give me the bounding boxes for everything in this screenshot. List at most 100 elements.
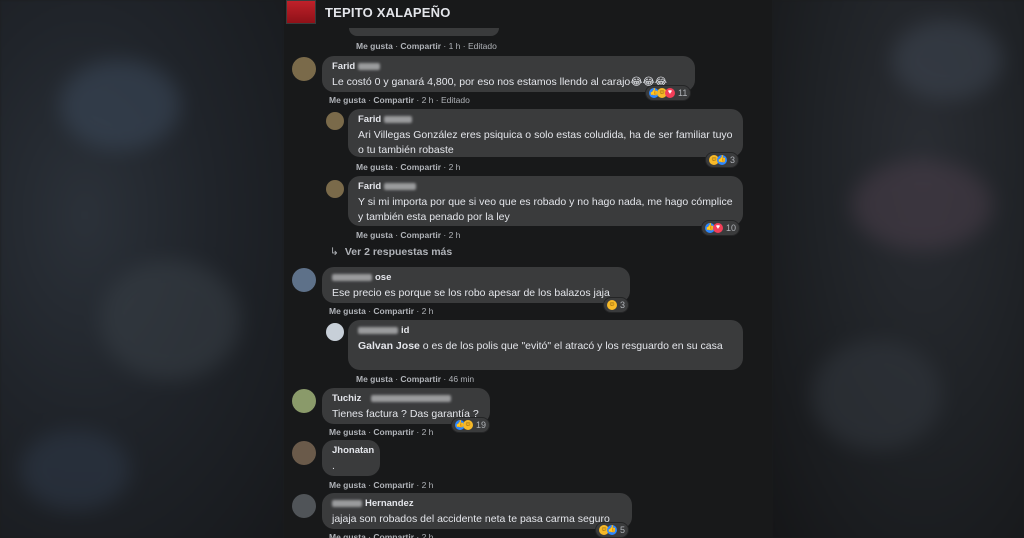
redacted-name bbox=[332, 499, 362, 507]
reaction-count: 5 bbox=[620, 525, 626, 535]
reaction-summary[interactable]: ☺ 3 bbox=[604, 298, 629, 312]
comment-bubble: Farid Ari Villegas González eres psiquic… bbox=[348, 109, 743, 157]
comment-meta: Me gusta · Compartir · 2 h · Editado bbox=[329, 95, 470, 105]
reaction-count: 3 bbox=[730, 155, 736, 165]
comment-bubble: Jhonatan . bbox=[322, 440, 380, 476]
comment-text: Ese precio es porque se los robo apesar … bbox=[332, 287, 610, 299]
avatar[interactable] bbox=[292, 389, 316, 413]
comment-meta: Me gusta · Compartir · 2 h bbox=[329, 480, 434, 490]
reply-arrow-icon: ↳ bbox=[330, 246, 339, 258]
comment-author[interactable]: ose bbox=[375, 272, 391, 283]
comment-text: Ari Villegas González eres psiquica o so… bbox=[358, 129, 733, 156]
share-link[interactable]: Compartir bbox=[400, 374, 441, 384]
comment-text: . bbox=[332, 460, 335, 472]
redacted-name bbox=[384, 182, 417, 190]
comment-time[interactable]: 2 h bbox=[422, 480, 434, 490]
blurred-background-right bbox=[772, 0, 1024, 538]
comment-text: Le costó 0 y ganará 4,800, por eso nos e… bbox=[332, 76, 668, 88]
share-link[interactable]: Compartir bbox=[373, 306, 414, 316]
page-name[interactable]: TEPITO XALAPEÑO bbox=[325, 5, 451, 20]
edited-label: Editado bbox=[467, 41, 497, 51]
reaction-summary[interactable]: ☺ 👍 5 bbox=[596, 523, 629, 537]
comment-meta: Me gusta · Compartir · 2 h bbox=[356, 230, 461, 240]
redacted-name bbox=[332, 273, 372, 281]
comment-author[interactable]: Farid bbox=[332, 61, 355, 72]
comment-author[interactable]: Tuchiz bbox=[332, 393, 361, 404]
comment-time[interactable]: 2 h bbox=[449, 230, 461, 240]
share-link[interactable]: Compartir bbox=[373, 480, 414, 490]
mention-link[interactable]: Galvan Jose bbox=[358, 340, 420, 352]
haha-reaction-icon: ☺ bbox=[607, 300, 617, 310]
reaction-count: 10 bbox=[726, 223, 737, 233]
like-link[interactable]: Me gusta bbox=[356, 230, 393, 240]
avatar[interactable] bbox=[292, 57, 316, 81]
comment-meta: Me gusta · Compartir · 2 h bbox=[329, 532, 433, 538]
share-link[interactable]: Compartir bbox=[400, 41, 441, 51]
reaction-summary[interactable]: ☺ 👍 3 bbox=[706, 153, 739, 167]
like-link[interactable]: Me gusta bbox=[356, 374, 393, 384]
share-link[interactable]: Compartir bbox=[373, 532, 414, 538]
share-link[interactable]: Compartir bbox=[400, 162, 441, 172]
comment-meta: Me gusta · Compartir · 46 min bbox=[356, 374, 475, 384]
previous-comment-meta: Me gusta · Compartir · 1 h · Editado bbox=[356, 41, 497, 51]
comment-bubble: Farid Le costó 0 y ganará 4,800, por eso… bbox=[322, 56, 695, 92]
reaction-count: 3 bbox=[620, 300, 626, 310]
share-link[interactable]: Compartir bbox=[373, 95, 414, 105]
comment-author[interactable]: id bbox=[401, 325, 409, 336]
comment-text: jajaja son robados del accidente neta te… bbox=[332, 513, 610, 525]
comment-author[interactable]: Jhonatan bbox=[332, 445, 374, 457]
comment-meta: Me gusta · Compartir · 2 h bbox=[329, 306, 434, 316]
comment-bubble: Farid Y si mi importa por que si veo que… bbox=[348, 176, 743, 226]
share-link[interactable]: Compartir bbox=[373, 427, 414, 437]
comment-bubble: id Galvan Jose o es de los polis que "ev… bbox=[348, 320, 743, 370]
love-reaction-icon: ♥ bbox=[665, 88, 675, 98]
like-link[interactable]: Me gusta bbox=[329, 427, 366, 437]
comment-time[interactable]: 46 min bbox=[449, 374, 475, 384]
avatar[interactable] bbox=[326, 180, 344, 198]
like-link[interactable]: Me gusta bbox=[329, 480, 366, 490]
comment-time[interactable]: 2 h bbox=[449, 162, 461, 172]
previous-comment-bubble bbox=[349, 28, 499, 36]
reaction-count: 11 bbox=[678, 88, 688, 98]
comment-time[interactable]: 2 h bbox=[422, 427, 434, 437]
like-link[interactable]: Me gusta bbox=[329, 95, 366, 105]
reaction-count: 19 bbox=[476, 420, 487, 430]
haha-reaction-icon: ☺ bbox=[463, 420, 473, 430]
comment-author[interactable]: Farid bbox=[358, 181, 381, 192]
comment-time[interactable]: 2 h bbox=[422, 532, 434, 538]
redacted-name bbox=[358, 326, 398, 334]
avatar[interactable] bbox=[292, 494, 316, 518]
comment-time[interactable]: 2 h bbox=[422, 95, 434, 105]
comment-author[interactable]: Farid bbox=[358, 114, 381, 125]
avatar[interactable] bbox=[326, 112, 344, 130]
redacted-name bbox=[384, 115, 413, 123]
like-reaction-icon: 👍 bbox=[717, 155, 727, 165]
blurred-background-left bbox=[0, 0, 284, 538]
comment-author[interactable]: Hernandez bbox=[365, 498, 414, 509]
comment-bubble: ose Ese precio es porque se los robo ape… bbox=[322, 267, 630, 303]
like-reaction-icon: 👍 bbox=[607, 525, 617, 535]
like-link[interactable]: Me gusta bbox=[356, 162, 393, 172]
comment-meta: Me gusta · Compartir · 2 h bbox=[329, 427, 434, 437]
share-link[interactable]: Compartir bbox=[400, 230, 441, 240]
post-header: TEPITO XALAPEÑO bbox=[284, 0, 772, 24]
like-link[interactable]: Me gusta bbox=[329, 306, 366, 316]
redacted-name bbox=[371, 394, 452, 402]
like-link[interactable]: Me gusta bbox=[356, 41, 393, 51]
comment-meta: Me gusta · Compartir · 2 h bbox=[356, 162, 461, 172]
reaction-summary[interactable]: 👍 ☺ ♥ 11 bbox=[646, 86, 691, 100]
comment-text: Y si mi importa por que si veo que es ro… bbox=[358, 196, 733, 223]
comment-time[interactable]: 2 h bbox=[422, 306, 434, 316]
avatar[interactable] bbox=[326, 323, 344, 341]
like-link[interactable]: Me gusta bbox=[329, 532, 366, 538]
love-reaction-icon: ♥ bbox=[713, 223, 723, 233]
comment-bubble: Hernandez jajaja son robados del acciden… bbox=[322, 493, 632, 529]
reaction-summary[interactable]: 👍 ☺ 19 bbox=[452, 418, 490, 432]
avatar[interactable] bbox=[292, 441, 316, 465]
avatar[interactable] bbox=[292, 268, 316, 292]
reaction-summary[interactable]: 👍 ♥ 10 bbox=[702, 221, 740, 235]
edited-label: Editado bbox=[440, 95, 470, 105]
comment-time[interactable]: 1 h bbox=[449, 41, 461, 51]
view-more-replies[interactable]: ↳ Ver 2 respuestas más bbox=[330, 246, 452, 258]
page-avatar[interactable] bbox=[286, 0, 316, 24]
